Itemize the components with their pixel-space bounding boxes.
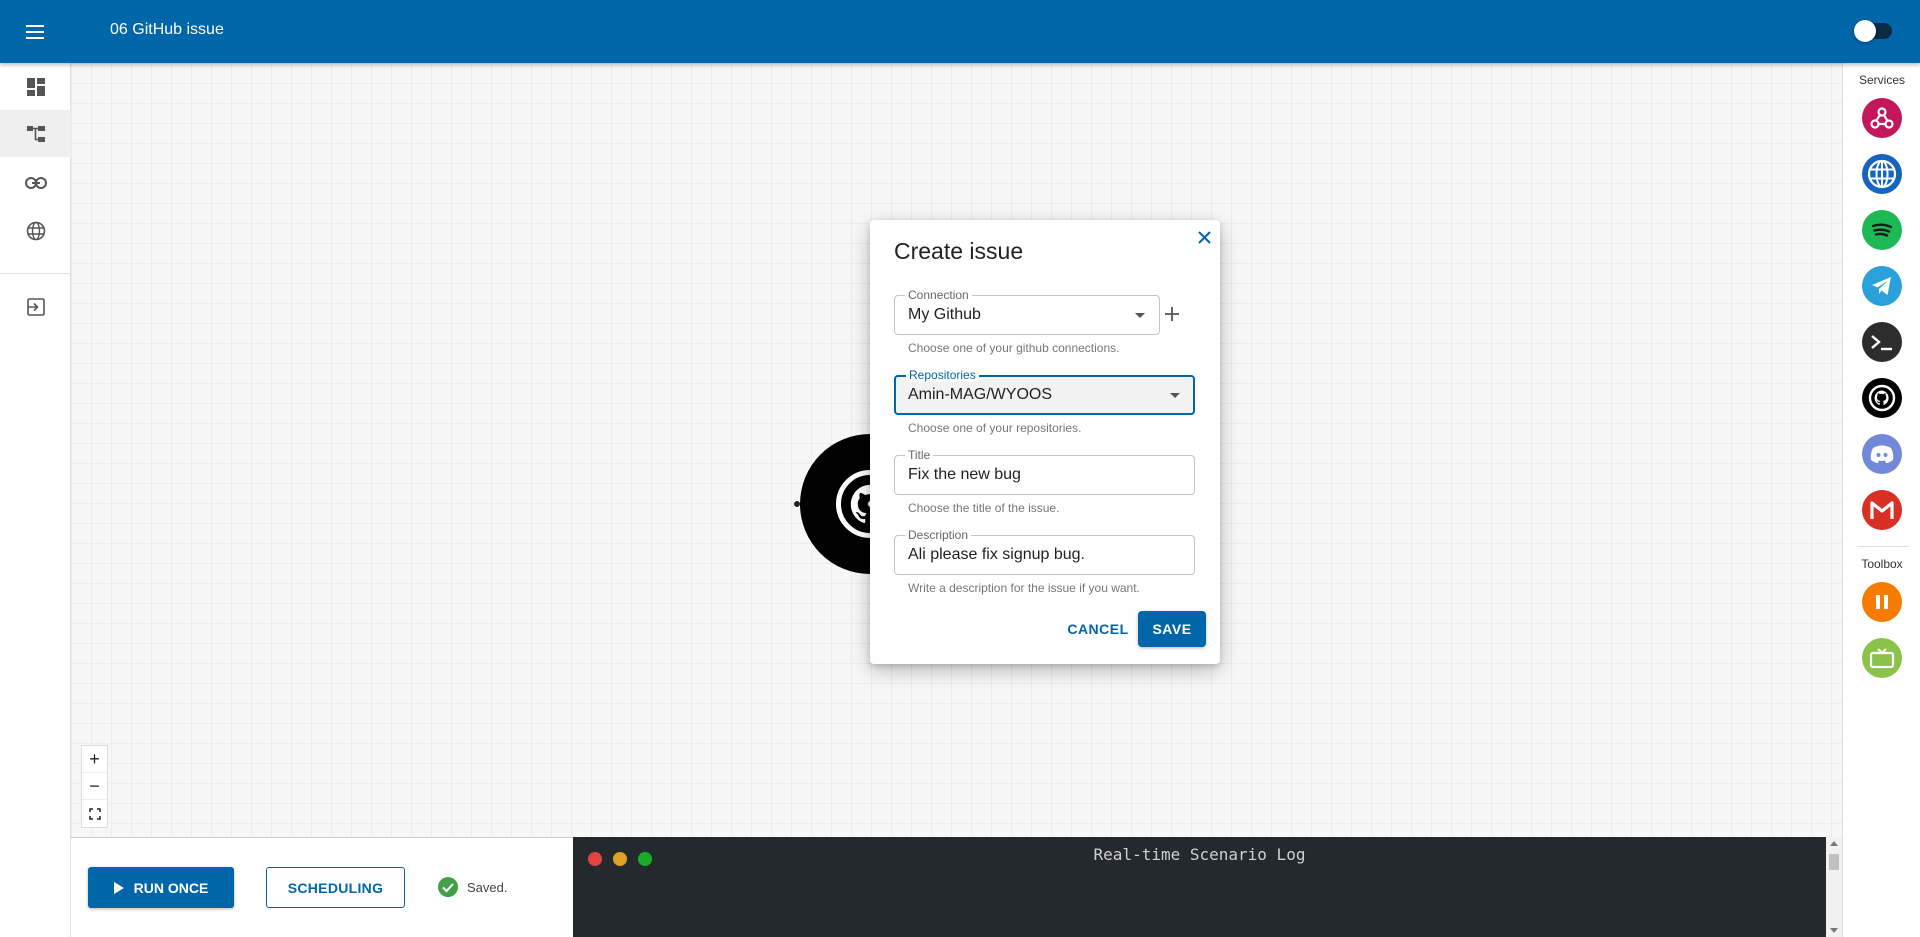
title-value[interactable]: Fix the new bug [908, 466, 1021, 484]
nav-divider [0, 273, 71, 274]
add-connection-button[interactable] [1160, 302, 1184, 326]
theme-toggle[interactable] [1854, 20, 1892, 42]
nav-scenarios[interactable] [0, 110, 71, 157]
scroll-up-icon[interactable] [1830, 841, 1838, 846]
left-nav [0, 63, 71, 937]
globe-icon [26, 221, 45, 240]
scheduling-button[interactable]: SCHEDULING [266, 867, 405, 908]
services-heading: Services [1858, 73, 1905, 87]
cancel-button[interactable]: CANCEL [1063, 611, 1133, 647]
nav-connections[interactable] [0, 159, 71, 206]
log-scrollbar[interactable] [1826, 837, 1842, 937]
save-status: Saved. [438, 877, 507, 897]
repositories-helper: Choose one of your repositories. [908, 421, 1082, 435]
scroll-down-icon[interactable] [1830, 928, 1838, 933]
saved-text: Saved. [467, 879, 508, 895]
page-title: 06 GitHub issue [110, 21, 224, 38]
scenario-log-panel: Real-time Scenario Log [573, 837, 1826, 937]
fullscreen-icon [88, 807, 101, 820]
dashboard-icon [26, 77, 45, 96]
chevron-down-icon [1135, 313, 1145, 318]
github-service[interactable] [1862, 378, 1902, 418]
chevron-down-icon [1170, 393, 1180, 398]
repeat-tool[interactable] [1862, 638, 1902, 678]
close-icon [1197, 230, 1211, 244]
save-button[interactable]: SAVE [1138, 611, 1206, 647]
services-panel: Services Toolbox [1842, 63, 1920, 937]
link-icon [24, 176, 47, 189]
description-helper: Write a description for the issue if you… [908, 581, 1140, 595]
spotify-service[interactable] [1862, 210, 1902, 250]
plus-icon [1165, 307, 1179, 321]
connection-value: My Github [908, 306, 981, 323]
webhook-service[interactable] [1862, 98, 1902, 138]
gmail-service[interactable] [1862, 490, 1902, 530]
scroll-thumb[interactable] [1829, 854, 1839, 870]
terminal-icon [1871, 335, 1892, 351]
panel-divider [1857, 546, 1909, 547]
title-input[interactable]: Title Fix the new bug [894, 448, 1195, 495]
run-once-button[interactable]: RUN ONCE [88, 867, 234, 908]
zoom-out-button[interactable]: − [82, 773, 107, 800]
connection-helper: Choose one of your github connections. [908, 341, 1120, 355]
globe-icon [1867, 159, 1897, 189]
description-input[interactable]: Description Ali please fix signup bug. [894, 528, 1195, 575]
pause-tool[interactable] [1862, 582, 1902, 622]
github-icon [1868, 384, 1896, 412]
dialog-title: Create issue [894, 238, 1024, 264]
title-label: Title [905, 448, 934, 462]
nav-logout[interactable] [0, 283, 71, 330]
discord-icon [1870, 445, 1894, 463]
pause-icon [1876, 595, 1888, 609]
repeat-icon [1869, 648, 1895, 669]
log-title: Real-time Scenario Log [1093, 845, 1306, 864]
description-label: Description [905, 528, 972, 542]
play-icon [113, 881, 124, 894]
repositories-select[interactable]: Repositories Amin-MAG/WYOOS [894, 368, 1195, 415]
repositories-label: Repositories [906, 368, 979, 382]
run-once-label: RUN ONCE [133, 879, 209, 896]
toolbox-heading: Toolbox [1861, 557, 1903, 571]
zoom-in-button[interactable]: + [82, 746, 107, 773]
nav-dashboard[interactable] [0, 63, 71, 110]
webhook-icon [1870, 107, 1894, 129]
spotify-icon [1871, 223, 1893, 237]
telegram-service[interactable] [1862, 266, 1902, 306]
nav-web[interactable] [0, 207, 71, 254]
http-service[interactable] [1862, 154, 1902, 194]
description-value[interactable]: Ali please fix signup bug. [908, 546, 1085, 564]
connection-select[interactable]: Connection My Github [894, 288, 1160, 335]
zoom-controls: + − [81, 745, 108, 828]
fit-view-button[interactable] [82, 800, 107, 827]
connection-label: Connection [905, 288, 972, 302]
menu-icon[interactable] [20, 17, 50, 47]
telegram-icon [1872, 277, 1891, 295]
gmail-icon [1870, 501, 1894, 519]
terminal-service[interactable] [1862, 322, 1902, 362]
top-app-bar: 06 GitHub issue [0, 0, 1920, 63]
bottom-toolbar: RUN ONCE SCHEDULING Saved. [71, 837, 573, 937]
logout-icon [26, 297, 45, 316]
repositories-value: Amin-MAG/WYOOS [908, 386, 1053, 403]
scenarios-icon [26, 125, 45, 142]
create-issue-dialog: Create issue Connection My Github Choose… [870, 220, 1220, 664]
check-circle-icon [438, 877, 458, 897]
title-helper: Choose the title of the issue. [908, 501, 1060, 515]
close-button[interactable] [1193, 226, 1215, 248]
discord-service[interactable] [1862, 434, 1902, 474]
